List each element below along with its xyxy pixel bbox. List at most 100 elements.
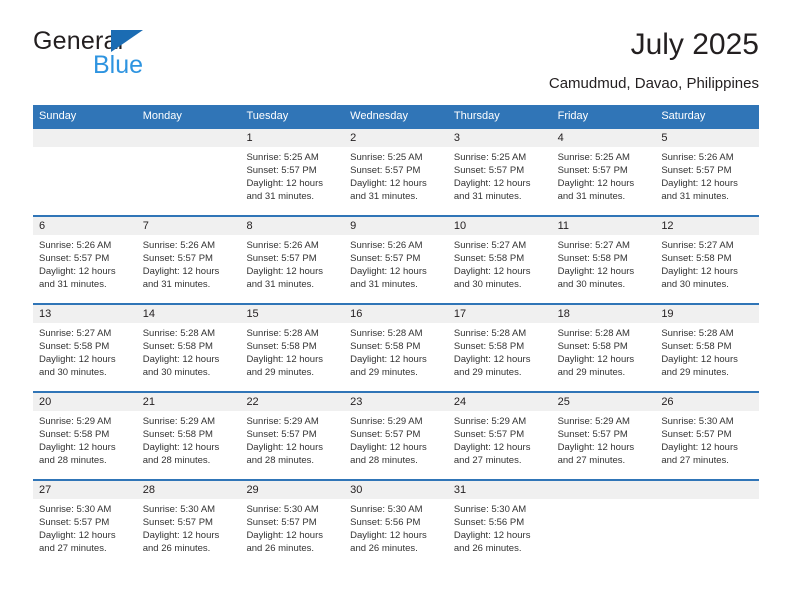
calendar-day-cell[interactable]: 24 Sunrise: 5:29 AM Sunset: 5:57 PM Dayl… [447, 393, 552, 479]
weekday-header-monday: Monday [142, 110, 182, 122]
day-details: Sunrise: 5:25 AM Sunset: 5:57 PM Dayligh… [344, 147, 448, 203]
sunset-text: Sunset: 5:57 PM [246, 253, 317, 264]
calendar-day-cell[interactable]: 30 Sunrise: 5:30 AM Sunset: 5:56 PM Dayl… [344, 481, 448, 567]
calendar-day-cell[interactable]: 4 Sunrise: 5:25 AM Sunset: 5:57 PM Dayli… [551, 129, 656, 215]
day-number [551, 481, 656, 499]
calendar-day-cell[interactable]: 8 Sunrise: 5:26 AM Sunset: 5:57 PM Dayli… [240, 217, 345, 303]
calendar-day-cell[interactable]: 16 Sunrise: 5:28 AM Sunset: 5:58 PM Dayl… [344, 305, 448, 391]
calendar-day-cell[interactable]: 13 Sunrise: 5:27 AM Sunset: 5:58 PM Dayl… [33, 305, 137, 391]
calendar-day-cell[interactable]: 19 Sunrise: 5:28 AM Sunset: 5:58 PM Dayl… [655, 305, 760, 391]
sunrise-text: Sunrise: 5:25 AM [557, 152, 630, 163]
calendar-day-cell[interactable] [136, 129, 241, 215]
daylight-text-line1: Daylight: 12 hours [246, 178, 324, 189]
calendar-week-row: 6 Sunrise: 5:26 AM Sunset: 5:57 PM Dayli… [33, 215, 760, 303]
daylight-text-line1: Daylight: 12 hours [661, 354, 738, 365]
daylight-text-line2: and 27 minutes. [39, 543, 107, 554]
calendar-day-cell[interactable] [551, 481, 656, 567]
calendar-day-cell[interactable] [655, 481, 760, 567]
calendar-day-cell[interactable]: 1 Sunrise: 5:25 AM Sunset: 5:57 PM Dayli… [240, 129, 345, 215]
day-number: 30 [344, 481, 448, 499]
day-details: Sunrise: 5:28 AM Sunset: 5:58 PM Dayligh… [552, 323, 656, 379]
calendar-day-cell[interactable]: 12 Sunrise: 5:27 AM Sunset: 5:58 PM Dayl… [655, 217, 760, 303]
day-details: Sunrise: 5:28 AM Sunset: 5:58 PM Dayligh… [137, 323, 241, 379]
general-blue-logo[interactable]: General Blue [33, 28, 273, 88]
daylight-text-line2: and 28 minutes. [246, 455, 315, 466]
day-number: 19 [655, 305, 760, 323]
day-number: 25 [551, 393, 656, 411]
calendar-day-cell[interactable]: 7 Sunrise: 5:26 AM Sunset: 5:57 PM Dayli… [136, 217, 241, 303]
daylight-text-line2: and 31 minutes. [453, 191, 522, 202]
day-number: 1 [240, 129, 345, 147]
sunrise-text: Sunrise: 5:28 AM [350, 328, 423, 339]
calendar-day-cell[interactable]: 11 Sunrise: 5:27 AM Sunset: 5:58 PM Dayl… [551, 217, 656, 303]
day-details: Sunrise: 5:29 AM Sunset: 5:57 PM Dayligh… [448, 411, 552, 467]
sunrise-text: Sunrise: 5:26 AM [39, 240, 112, 251]
calendar-day-cell[interactable]: 14 Sunrise: 5:28 AM Sunset: 5:58 PM Dayl… [136, 305, 241, 391]
calendar-day-cell[interactable]: 26 Sunrise: 5:30 AM Sunset: 5:57 PM Dayl… [655, 393, 760, 479]
calendar-day-cell[interactable]: 17 Sunrise: 5:28 AM Sunset: 5:58 PM Dayl… [447, 305, 552, 391]
sunset-text: Sunset: 5:58 PM [39, 341, 110, 352]
day-number: 4 [551, 129, 656, 147]
sunrise-text: Sunrise: 5:25 AM [350, 152, 423, 163]
daylight-text-line2: and 27 minutes. [557, 455, 626, 466]
day-number: 3 [447, 129, 552, 147]
daylight-text-line1: Daylight: 12 hours [142, 354, 220, 365]
calendar-day-cell[interactable]: 9 Sunrise: 5:26 AM Sunset: 5:57 PM Dayli… [344, 217, 448, 303]
daylight-text-line1: Daylight: 12 hours [142, 442, 220, 453]
daylight-text-line2: and 31 minutes. [557, 191, 626, 202]
sunset-text: Sunset: 5:57 PM [350, 429, 421, 440]
calendar-day-cell[interactable]: 10 Sunrise: 5:27 AM Sunset: 5:58 PM Dayl… [447, 217, 552, 303]
sunrise-text: Sunrise: 5:26 AM [142, 240, 216, 251]
day-number: 28 [136, 481, 241, 499]
calendar-day-cell[interactable]: 6 Sunrise: 5:26 AM Sunset: 5:57 PM Dayli… [33, 217, 137, 303]
daylight-text-line1: Daylight: 12 hours [142, 530, 220, 541]
page-title: July 2025 [630, 28, 759, 61]
day-number: 18 [551, 305, 656, 323]
calendar-day-cell[interactable]: 15 Sunrise: 5:28 AM Sunset: 5:58 PM Dayl… [240, 305, 345, 391]
calendar-day-cell[interactable]: 22 Sunrise: 5:29 AM Sunset: 5:57 PM Dayl… [240, 393, 345, 479]
calendar-day-cell[interactable]: 27 Sunrise: 5:30 AM Sunset: 5:57 PM Dayl… [33, 481, 137, 567]
day-number: 12 [655, 217, 760, 235]
daylight-text-line2: and 28 minutes. [39, 455, 107, 466]
calendar-day-cell[interactable]: 31 Sunrise: 5:30 AM Sunset: 5:56 PM Dayl… [447, 481, 552, 567]
calendar-grid: Sunday Monday Tuesday Wednesday Thursday… [33, 105, 760, 567]
sunset-text: Sunset: 5:57 PM [453, 429, 525, 440]
calendar-day-cell[interactable]: 20 Sunrise: 5:29 AM Sunset: 5:58 PM Dayl… [33, 393, 137, 479]
calendar-week-row: 13 Sunrise: 5:27 AM Sunset: 5:58 PM Dayl… [33, 303, 760, 391]
day-number: 13 [33, 305, 137, 323]
day-number: 29 [240, 481, 345, 499]
day-number: 26 [655, 393, 760, 411]
day-details: Sunrise: 5:29 AM Sunset: 5:57 PM Dayligh… [344, 411, 448, 467]
calendar-week-row: 1 Sunrise: 5:25 AM Sunset: 5:57 PM Dayli… [33, 127, 760, 215]
daylight-text-line2: and 26 minutes. [350, 543, 418, 554]
calendar-day-cell[interactable]: 28 Sunrise: 5:30 AM Sunset: 5:57 PM Dayl… [136, 481, 241, 567]
daylight-text-line1: Daylight: 12 hours [557, 354, 635, 365]
sunrise-text: Sunrise: 5:29 AM [350, 416, 423, 427]
day-number: 20 [33, 393, 137, 411]
sunrise-text: Sunrise: 5:27 AM [661, 240, 734, 251]
calendar-day-cell[interactable]: 21 Sunrise: 5:29 AM Sunset: 5:58 PM Dayl… [136, 393, 241, 479]
daylight-text-line1: Daylight: 12 hours [39, 442, 116, 453]
day-number: 11 [551, 217, 656, 235]
calendar-day-cell[interactable]: 25 Sunrise: 5:29 AM Sunset: 5:57 PM Dayl… [551, 393, 656, 479]
sunset-text: Sunset: 5:57 PM [142, 517, 213, 528]
day-number: 27 [33, 481, 137, 499]
sunset-text: Sunset: 5:57 PM [142, 253, 213, 264]
sunset-text: Sunset: 5:58 PM [557, 253, 628, 264]
calendar-day-cell[interactable]: 29 Sunrise: 5:30 AM Sunset: 5:57 PM Dayl… [240, 481, 345, 567]
day-number: 5 [655, 129, 760, 147]
calendar-day-cell[interactable]: 18 Sunrise: 5:28 AM Sunset: 5:58 PM Dayl… [551, 305, 656, 391]
daylight-text-line2: and 31 minutes. [661, 191, 729, 202]
daylight-text-line2: and 27 minutes. [453, 455, 522, 466]
day-number: 17 [447, 305, 552, 323]
calendar-day-cell[interactable] [33, 129, 137, 215]
day-details: Sunrise: 5:29 AM Sunset: 5:58 PM Dayligh… [137, 411, 241, 467]
calendar-day-cell[interactable]: 5 Sunrise: 5:26 AM Sunset: 5:57 PM Dayli… [655, 129, 760, 215]
daylight-text-line1: Daylight: 12 hours [453, 442, 531, 453]
calendar-day-cell[interactable]: 3 Sunrise: 5:25 AM Sunset: 5:57 PM Dayli… [447, 129, 552, 215]
calendar-day-cell[interactable]: 23 Sunrise: 5:29 AM Sunset: 5:57 PM Dayl… [344, 393, 448, 479]
sunset-text: Sunset: 5:57 PM [39, 253, 110, 264]
sunrise-text: Sunrise: 5:28 AM [142, 328, 216, 339]
calendar-day-cell[interactable]: 2 Sunrise: 5:25 AM Sunset: 5:57 PM Dayli… [344, 129, 448, 215]
sunset-text: Sunset: 5:58 PM [557, 341, 628, 352]
